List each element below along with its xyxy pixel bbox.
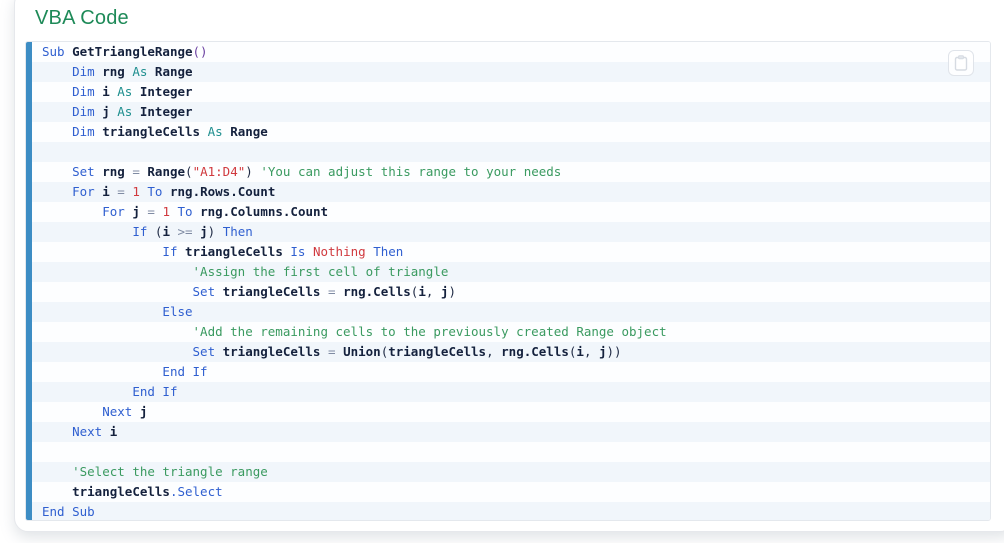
clipboard-icon: [954, 55, 968, 71]
vba-code-card: VBA Code Sub GetTriangleRange() Dim rng …: [14, 0, 1004, 532]
code-line: Dim rng As Range: [72, 64, 193, 79]
code-line: Set triangleCells = Union(triangleCells,…: [192, 344, 622, 359]
code-line: Else: [162, 304, 193, 319]
code-line: Next j: [102, 404, 148, 419]
code-line: 'Assign the first cell of triangle: [192, 264, 449, 279]
code-line: End If: [162, 364, 208, 379]
code-line: Next i: [72, 424, 118, 439]
code-line: If (i >= j) Then: [132, 224, 253, 239]
code-line: Set rng = Range("A1:D4") 'You can adjust…: [72, 164, 562, 179]
code-line: Sub GetTriangleRange(): [42, 44, 208, 59]
code-line: Set triangleCells = rng.Cells(i, j): [192, 284, 456, 299]
code-line: If triangleCells Is Nothing Then: [162, 244, 404, 259]
code-text[interactable]: Sub GetTriangleRange() Dim rng As Range …: [32, 42, 667, 520]
code-line: For i = 1 To rng.Rows.Count: [72, 184, 276, 199]
code-line: For j = 1 To rng.Columns.Count: [102, 204, 329, 219]
code-line: 'Add the remaining cells to the previous…: [192, 324, 667, 339]
code-line: End If: [132, 384, 178, 399]
code-line: Dim triangleCells As Range: [72, 124, 268, 139]
code-block: Sub GetTriangleRange() Dim rng As Range …: [25, 41, 991, 521]
code-line: triangleCells.Select: [72, 484, 223, 499]
code-line: Dim i As Integer: [72, 84, 193, 99]
code-line: End Sub: [42, 504, 95, 519]
page-root: VBA Code Sub GetTriangleRange() Dim rng …: [0, 0, 1004, 543]
code-line: Dim j As Integer: [72, 104, 193, 119]
code-line: 'Select the triangle range: [72, 464, 268, 479]
code-area[interactable]: Sub GetTriangleRange() Dim rng As Range …: [32, 42, 990, 520]
copy-code-button[interactable]: [948, 50, 974, 76]
page-title: VBA Code: [35, 7, 129, 29]
